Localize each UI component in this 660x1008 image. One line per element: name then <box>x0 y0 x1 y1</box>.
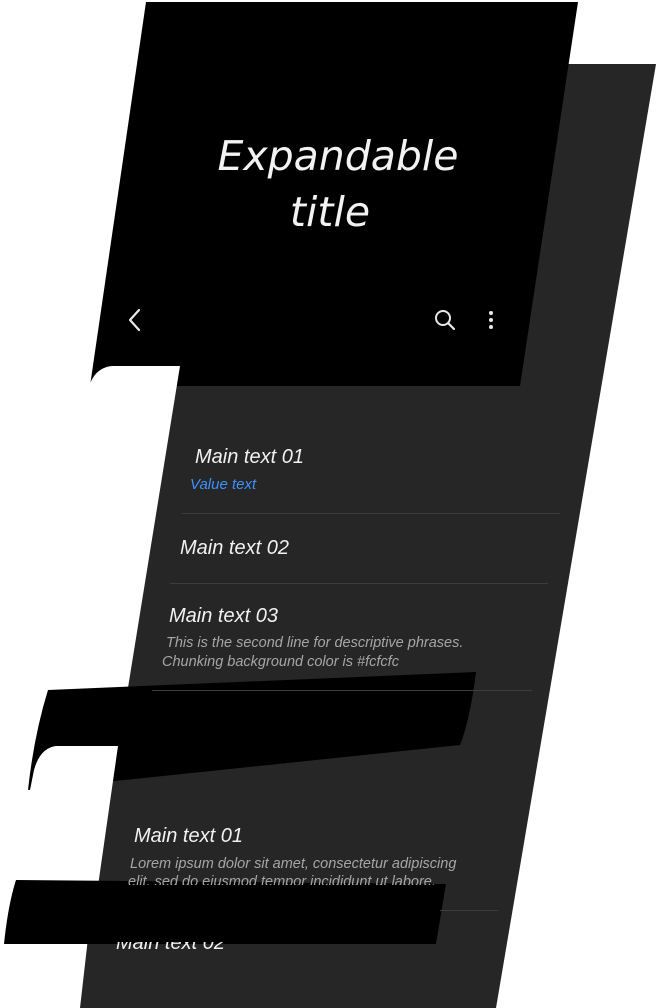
back-button[interactable] <box>120 305 150 335</box>
list-divider <box>182 513 560 514</box>
search-icon <box>435 310 456 331</box>
list-item-description-line-1: This is the second line for descriptive … <box>166 635 464 651</box>
list-divider <box>170 583 548 584</box>
page-title-line-1: Expandable <box>217 132 459 180</box>
list-item-main-text: Main text 02 <box>180 537 289 559</box>
list-item-main-text-content: Main text 02 <box>116 942 225 954</box>
list-item-main-text: Main text 01 <box>195 446 304 468</box>
list-item-description-line-2: elit, sed do eiusmod tempor incididunt u… <box>128 874 436 885</box>
bottom-band <box>4 880 446 944</box>
search-button[interactable] <box>430 305 460 335</box>
list-item-main-text: Main text 01 <box>134 825 243 847</box>
list-item-main-text: Main text 02 <box>116 942 225 954</box>
list-item-description-line-2: Chunking background color is #fcfcfc <box>162 654 399 670</box>
list-divider <box>152 690 532 691</box>
chevron-left-icon <box>128 308 141 332</box>
page-title-line-2: title <box>289 188 371 236</box>
list-item-main-text: Main text 03 <box>169 605 278 627</box>
more-options-button[interactable] <box>476 305 506 335</box>
list-divider <box>440 910 498 911</box>
more-vertical-icon <box>489 311 493 329</box>
list-item-description-line-1: Lorem ipsum dolor sit amet, consectetur … <box>130 856 457 872</box>
list-item-value-text: Value text <box>190 476 257 493</box>
layered-screen-mockup: Expandable title Main text 01 Value text… <box>0 0 660 1008</box>
